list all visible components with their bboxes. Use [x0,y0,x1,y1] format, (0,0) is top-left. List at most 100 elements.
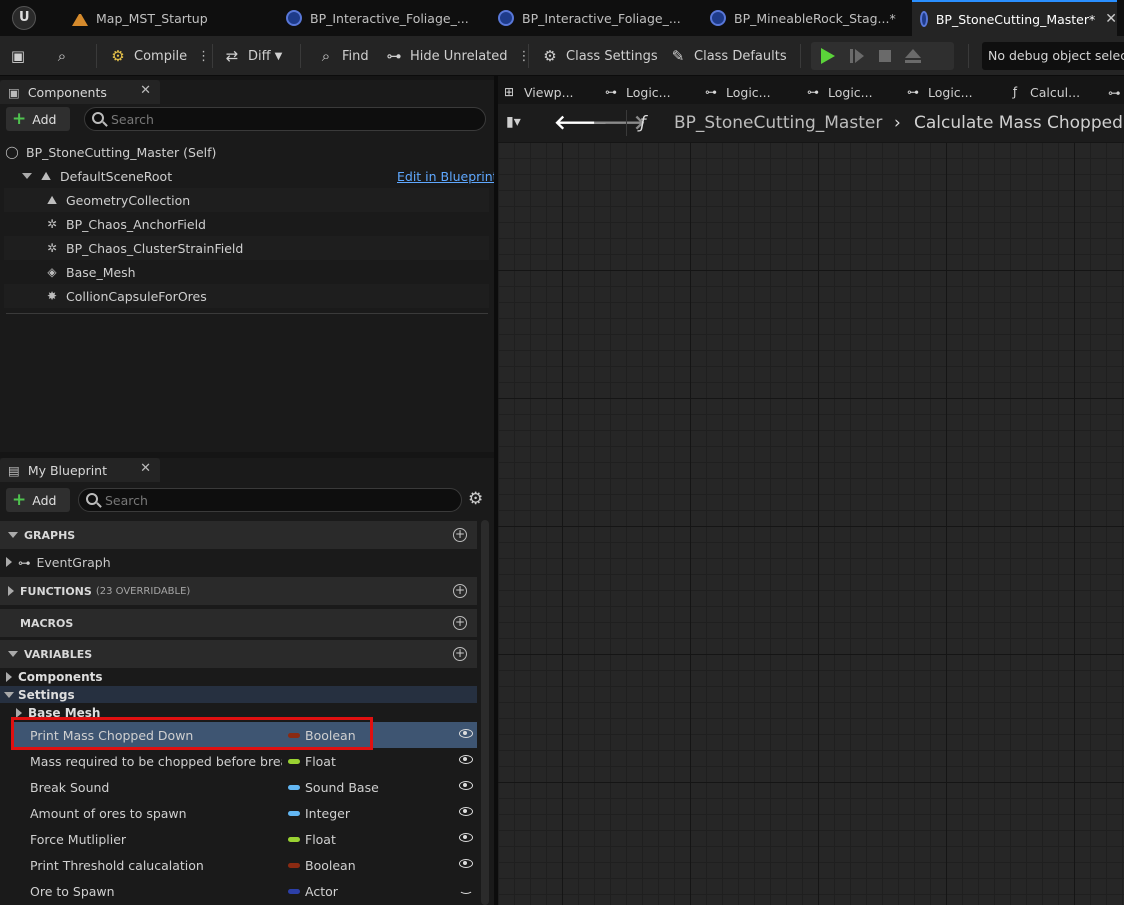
diff-button[interactable]: ⇄ Diff ▼ [222,42,283,70]
eject-icon[interactable] [903,46,923,66]
eye-open-icon[interactable] [459,859,473,868]
expand-arrow-icon[interactable] [6,557,12,567]
graph-tab[interactable]: ⊶ Logic... [906,80,973,104]
category-label: Components [18,669,103,684]
graph-tab[interactable]: ⊶ Logic... [806,80,873,104]
variable-type[interactable]: Sound Base [305,780,379,795]
section-functions[interactable]: FUNCTIONS (23 OVERRIDABLE) + [0,577,477,605]
tab-blueprint[interactable]: BP_Interactive_Foliage_... [490,0,700,36]
add-function-icon[interactable]: + [453,584,467,598]
component-label: BP_Chaos_ClusterStrainField [66,240,244,256]
add-macro-icon[interactable]: + [453,616,467,630]
forward-arrow-icon[interactable]: 🡒 [592,110,646,134]
class-settings-label: Class Settings [566,48,658,64]
blueprint-icon [286,10,302,26]
edit-in-blueprint-link[interactable]: Edit in Blueprint [397,169,498,184]
add-graph-icon[interactable]: + [453,528,467,542]
stop-icon[interactable] [875,46,895,66]
tab-blueprint[interactable]: BP_MineableRock_Stag...* [702,0,910,36]
chevron-down-icon: ▼ [274,50,283,62]
breadcrumb-blueprint[interactable]: BP_StoneCutting_Master [674,113,882,133]
eye-open-icon[interactable] [459,781,473,790]
section-macros[interactable]: MACROS + [0,609,477,637]
variable-row[interactable]: Amount of ores to spawn Integer [13,800,477,826]
debug-object-select[interactable]: No debug object selected [982,42,1124,70]
component-root-label: BP_StoneCutting_Master (Self) [26,144,217,160]
class-settings-button[interactable]: ⚙ Class Settings [540,42,658,70]
add-component-button[interactable]: + Add [6,107,70,131]
scrollbar-track[interactable] [481,520,489,905]
variable-type[interactable]: Float [305,754,336,769]
eye-closed-icon[interactable] [459,885,473,894]
overridable-count: (23 OVERRIDABLE) [95,585,191,597]
graph-tab[interactable]: ⊞ Viewp... [502,80,574,104]
graph-tab-label: Logic... [828,84,873,100]
compile-button[interactable]: ⚙ Compile ⋮ [108,42,210,70]
viewport-icon: ⊞ [503,85,515,99]
add-member-button[interactable]: + Add [6,488,70,512]
tab-active-blueprint[interactable]: BP_StoneCutting_Master* ✕ [912,0,1117,36]
close-icon[interactable]: ✕ [1105,11,1117,27]
close-icon[interactable]: ✕ [140,461,151,476]
variable-row[interactable]: Break Sound Sound Base [13,774,477,800]
tab-map[interactable]: Map_MST_Startup [64,0,274,36]
tab-label: BP_Interactive_Foliage_... [522,10,681,26]
search-icon [92,112,104,124]
component-item[interactable]: ◈ Base_Mesh [4,260,489,284]
bookmark-icon[interactable]: ▮▾ [506,114,521,130]
breadcrumb-graph[interactable]: Calculate Mass Chopped [914,113,1123,133]
more-options-icon[interactable]: ⋮ [197,49,210,64]
variable-type[interactable]: Boolean [305,858,356,873]
component-item[interactable]: ⛰ GeometryCollection [4,188,489,212]
collapse-arrow-icon[interactable] [22,173,32,179]
variable-row[interactable]: Ore to Spawn Actor [13,878,477,904]
save-button[interactable]: ▣ [8,42,34,70]
eye-open-icon[interactable] [459,729,473,738]
graph-tab[interactable]: ⊶ Logic... [704,80,771,104]
graph-tab-label: Calcul... [1030,84,1081,100]
section-variables[interactable]: VARIABLES + [0,640,477,668]
event-graph-item[interactable]: ⊶ EventGraph [4,550,477,574]
component-item[interactable]: ✲ BP_Chaos_AnchorField [4,212,489,236]
my-blueprint-search-input[interactable]: Search [78,488,462,512]
component-item[interactable]: ✸ CollionCapsuleForOres [4,284,489,308]
variable-type[interactable]: Actor [305,884,338,899]
class-defaults-button[interactable]: ✎ Class Defaults [668,42,787,70]
eye-open-icon[interactable] [459,833,473,842]
components-title: Components [27,84,107,100]
component-root[interactable]: ◯ BP_StoneCutting_Master (Self) [4,140,489,164]
unreal-logo-icon[interactable] [12,6,36,30]
graph-tab[interactable]: ⊶ Logic... [604,80,671,104]
section-graphs[interactable]: GRAPHS + [0,521,477,549]
add-variable-icon[interactable]: + [453,647,467,661]
component-item[interactable]: ✲ BP_Chaos_ClusterStrainField [4,236,489,260]
variable-row[interactable]: Mass required to be chopped before break… [13,748,477,774]
hide-unrelated-button[interactable]: ⊶ Hide Unrelated ⋮ [384,42,531,70]
graph-tab[interactable]: ƒ Calcul... [1008,80,1080,104]
variable-row[interactable]: Print Threshold calucalation Boolean [13,852,477,878]
book-icon: ▤ [8,462,20,478]
variable-row[interactable]: Force Mutliplier Float [13,826,477,852]
advance-frame-icon[interactable] [847,46,867,66]
play-icon[interactable] [817,46,837,66]
browse-button[interactable]: ⌕ [52,42,78,70]
tab-blueprint[interactable]: BP_Interactive_Foliage_... [278,0,488,36]
eye-open-icon[interactable] [459,755,473,764]
gear-icon[interactable]: ⚙ [468,489,483,509]
components-tab[interactable]: ▣ Components ✕ [0,80,160,104]
more-tabs-icon[interactable]: ⊶ [1108,80,1121,104]
eye-open-icon[interactable] [459,807,473,816]
class-defaults-label: Class Defaults [694,48,787,64]
my-blueprint-tab[interactable]: ▤ My Blueprint ✕ [0,458,160,482]
variable-name: Force Mutliplier [30,831,127,847]
components-search-input[interactable]: Search [84,107,486,131]
diff-icon: ⇄ [225,47,239,65]
variable-type[interactable]: Integer [305,806,350,821]
category-settings[interactable]: Settings [0,686,477,703]
close-icon[interactable]: ✕ [140,83,151,98]
graph-canvas[interactable] [498,142,1124,905]
my-blueprint-title: My Blueprint [27,462,107,478]
variable-type[interactable]: Float [305,832,336,847]
category-components[interactable]: Components [4,668,477,685]
find-button[interactable]: ⌕ Find [316,42,369,70]
